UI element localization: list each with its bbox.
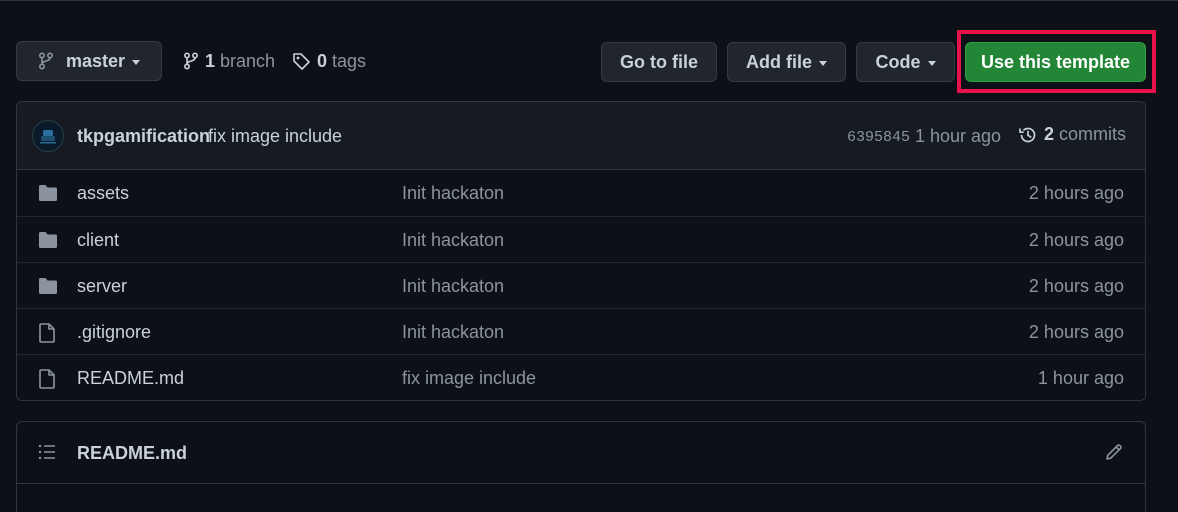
top-divider [0,0,1178,1]
file-commit-time: 1 hour ago [1037,368,1124,388]
file-commit-message[interactable]: Init hackaton [402,230,504,251]
file-row[interactable]: README.md fix image include 1 hour ago [17,354,1145,400]
go-to-file-button[interactable]: Go to file [601,42,717,82]
file-commit-message[interactable]: Init hackaton [402,276,504,297]
file-commit-time: 2 hours ago [1028,276,1124,296]
commits-link[interactable]: 2 commits [1018,124,1126,145]
use-template-label: Use this template [980,51,1131,72]
file-name-link[interactable]: README.md [77,368,184,389]
file-commit-time: 2 hours ago [1028,230,1124,250]
tag-label: tags [332,50,367,71]
tag-count: 0 [317,50,328,71]
pencil-icon[interactable] [1104,442,1124,462]
branch-select-button[interactable]: master [16,41,162,81]
branch-count: 1 [205,50,216,71]
chevron-down-icon [927,60,936,66]
file-table: tkpgamification fix image include 639584… [16,101,1146,401]
commit-label: commits [1059,124,1127,144]
commit-sha[interactable]: 6395845 [847,129,910,146]
file-name-link[interactable]: server [77,276,127,297]
file-commit-message[interactable]: fix image include [402,368,536,389]
go-to-file-label: Go to file [620,51,698,72]
add-file-button[interactable]: Add file [727,42,846,82]
file-commit-time: 2 hours ago [1028,322,1124,342]
file-row[interactable]: server Init hackaton 2 hours ago [17,262,1145,308]
folder-icon [38,184,58,207]
branch-name: master [66,50,126,71]
chevron-down-icon [819,60,827,66]
code-label: Code [875,51,921,72]
file-row[interactable]: client Init hackaton 2 hours ago [17,216,1145,262]
avatar[interactable] [32,120,64,152]
readme-panel: README.md [16,421,1146,512]
list-icon[interactable] [38,444,56,460]
file-name-link[interactable]: assets [77,183,129,204]
repo-page: master 1 branch 0 tags Go to file Add fi… [0,0,1178,512]
file-icon [38,369,56,394]
tag-icon [293,52,310,70]
file-commit-time: 2 hours ago [1028,183,1124,203]
file-row[interactable]: assets Init hackaton 2 hours ago [17,170,1145,216]
commit-message[interactable]: fix image include [208,126,342,147]
latest-commit-bar: tkpgamification fix image include 639584… [17,102,1145,170]
code-button[interactable]: Code [856,42,955,82]
readme-header: README.md [17,422,1145,484]
git-branch-icon [38,52,54,70]
file-commit-message[interactable]: Init hackaton [402,322,504,343]
branch-label: branch [220,50,276,71]
commit-time: 1 hour ago [915,126,1002,146]
branches-link[interactable]: 1 branch [183,50,275,72]
history-icon [1019,127,1036,142]
add-file-label: Add file [746,51,812,72]
file-icon [38,323,56,348]
use-this-template-button[interactable]: Use this template [965,42,1146,82]
tags-link[interactable]: 0 tags [292,50,366,72]
chevron-down-icon [132,59,141,65]
folder-icon [38,277,58,300]
readme-title: README.md [77,443,188,463]
commit-count: 2 [1044,124,1055,144]
file-name-link[interactable]: client [77,230,119,251]
folder-icon [38,231,58,254]
file-row[interactable]: .gitignore Init hackaton 2 hours ago [17,308,1145,354]
file-list: assets Init hackaton 2 hours ago client Init… [17,170,1145,400]
file-name-link[interactable]: .gitignore [77,322,151,343]
file-commit-message[interactable]: Init hackaton [402,183,504,204]
git-branch-icon [183,52,199,70]
commit-author[interactable]: tkpgamification [77,126,210,147]
avatar-image [40,130,56,144]
